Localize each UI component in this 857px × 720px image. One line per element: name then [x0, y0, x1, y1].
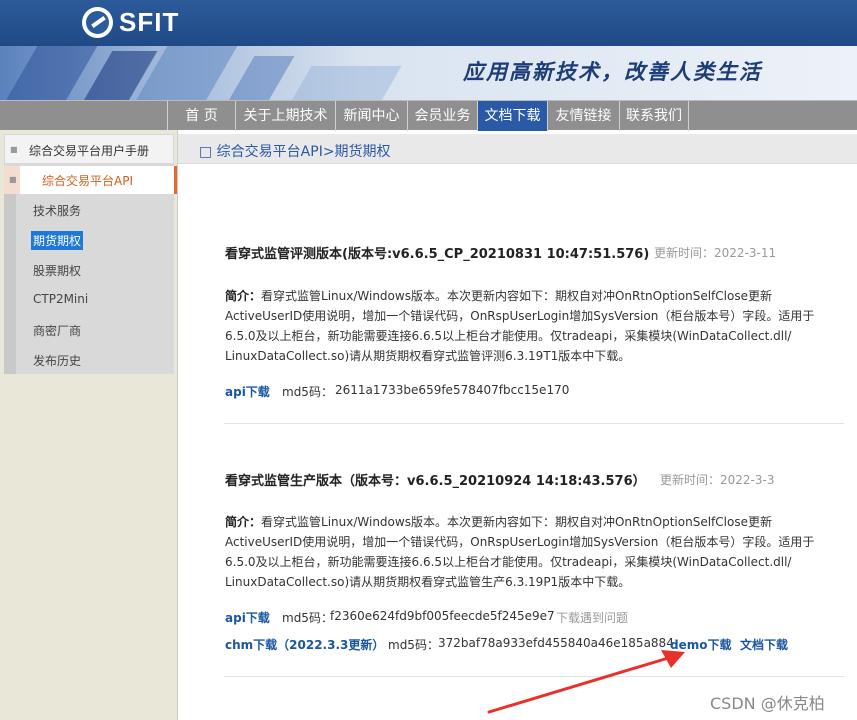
nav-news[interactable]: 新闻中心	[335, 101, 407, 131]
sidebar-item-stock-options[interactable]: 股票期权	[33, 262, 81, 279]
sidebar-item-release-history[interactable]: 发布历史	[33, 352, 81, 369]
entry-description: 简介：看穿式监管Linux/Windows版本。本次更新内容如下：期权自对冲On…	[225, 515, 815, 589]
sidebar-item-api[interactable]: ■ 综合交易平台API	[4, 166, 178, 194]
bullet-icon: ■	[9, 175, 17, 184]
sidebar-item-label: 综合交易平台用户手册	[29, 144, 150, 158]
nav-member[interactable]: 会员业务	[407, 101, 477, 131]
main-nav: 首 页 关于上期技术 新闻中心 会员业务 文档下载 友情链接 联系我们	[0, 100, 857, 131]
md5-value: f2360e624fd9bf005feecde5f245e9e7	[330, 609, 555, 623]
download-problem-link[interactable]: 下载遇到问题	[556, 609, 628, 626]
nav-about[interactable]: 关于上期技术	[235, 101, 335, 131]
slogan: 应用高新技术，改善人类生活	[463, 59, 762, 84]
logo-mark-icon	[82, 7, 113, 38]
entry-title: 看穿式监管生产版本（版本号：v6.6.5_20210924 14:18:43.5…	[225, 474, 646, 489]
site-header: SFIT	[0, 0, 857, 46]
doc-download-link[interactable]: 文档下载	[740, 636, 788, 653]
sfit-logo[interactable]: SFIT	[82, 7, 179, 38]
md5-label: md5码：	[388, 638, 439, 652]
entry-description: 简介：看穿式监管Linux/Windows版本。本次更新内容如下：期权自对冲On…	[225, 289, 815, 363]
sidebar-item-label: 综合交易平台API	[42, 174, 133, 188]
sidebar-item-manual[interactable]: ■ 综合交易平台用户手册	[4, 134, 174, 164]
md5-label: md5码：	[282, 611, 333, 625]
breadcrumb: □ 综合交易平台API>期货期权	[199, 144, 391, 160]
entry-date: 更新时间：2022-3-11	[654, 246, 777, 260]
sidebar-item-tech-service[interactable]: 技术服务	[33, 202, 81, 219]
watermark: CSDN @休克柏	[710, 694, 825, 713]
bullet-icon: ■	[10, 145, 18, 154]
api-download-link[interactable]: api下载	[225, 609, 270, 626]
entry-date: 更新时间：2022-3-3	[660, 473, 775, 487]
logo-text: SFIT	[119, 7, 180, 37]
api-download-link[interactable]: api下载	[225, 383, 270, 400]
nav-contact[interactable]: 联系我们	[619, 101, 689, 131]
entry-title: 看穿式监管评测版本(版本号:v6.6.5_CP_20210831 10:47:5…	[225, 247, 650, 262]
md5-label: md5码：	[282, 385, 333, 399]
chm-download-link[interactable]: chm下载（2022.3.3更新）	[225, 636, 384, 653]
nav-links[interactable]: 友情链接	[547, 101, 619, 131]
banner: 应用高新技术，改善人类生活	[0, 46, 857, 100]
sidebar-item-futures-options[interactable]: 期货期权	[31, 231, 84, 250]
nav-home[interactable]: 首 页	[167, 101, 235, 131]
nav-docs[interactable]: 文档下载	[477, 101, 547, 131]
sidebar-item-crypto-vendors[interactable]: 商密厂商	[33, 322, 81, 339]
annotation-arrow-icon	[487, 650, 685, 714]
md5-value: 2611a1733be659fe578407fbcc15e170	[335, 383, 570, 397]
sidebar-item-ctp2mini[interactable]: CTP2Mini	[33, 292, 88, 306]
